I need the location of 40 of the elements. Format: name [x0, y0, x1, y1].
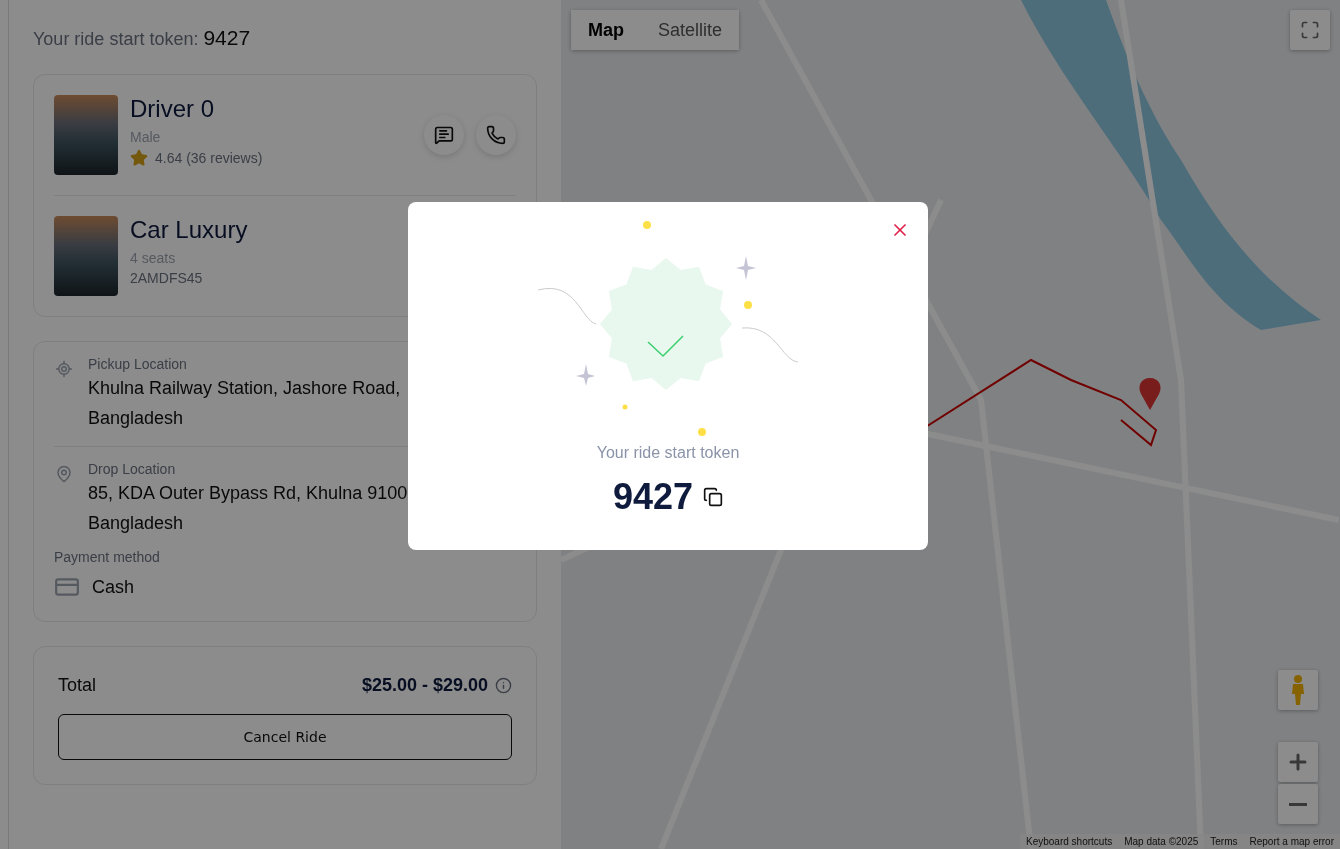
dialog-token: 9427 [612, 476, 694, 518]
driver-rating: 4.64 (36 reviews) [155, 150, 263, 166]
location-label: Pickup Location [88, 356, 188, 372]
message-icon [434, 125, 454, 145]
total-label: Total [58, 675, 97, 696]
copy-button[interactable] [703, 487, 724, 507]
copy-icon [703, 487, 724, 507]
map-type-tab[interactable]: Satellite [641, 10, 740, 50]
vehicle-plate: 2AMDFS45 [130, 270, 204, 286]
dialog-caption: Your ride start token [596, 444, 740, 462]
location-address: 85, KDA Outer Bypass Rd, Khulna 9100 [88, 482, 409, 505]
map-type-tab[interactable]: Map [571, 10, 641, 50]
zoom-out-button[interactable] [1278, 784, 1318, 824]
phone-icon [486, 125, 506, 145]
map-footer-link[interactable]: Map data ©2025 [1124, 836, 1199, 847]
payment-label: Payment method [54, 549, 161, 565]
token-value: 9427 [203, 26, 251, 50]
location-address: Bangladesh [88, 512, 185, 535]
zoom-in-button[interactable] [1278, 742, 1318, 782]
fullscreen-button[interactable] [1290, 10, 1330, 50]
location-address: Khulna Railway Station, Jashore Road, [88, 377, 402, 400]
map-footer-link[interactable]: Terms [1210, 836, 1238, 847]
message-button[interactable] [424, 115, 464, 155]
driver-name: Driver 0 [130, 95, 215, 123]
info-icon [495, 677, 512, 694]
location-target-icon [55, 360, 73, 378]
map-footer-link[interactable]: Report a map error [1249, 836, 1334, 847]
vehicle-name: Car Luxury [130, 216, 249, 244]
location-label: Drop Location [88, 461, 177, 477]
star-icon [130, 149, 148, 167]
cancel-ride-button[interactable]: Cancel Ride [58, 714, 512, 760]
map-footer-link[interactable]: Keyboard shortcuts [1026, 836, 1113, 847]
fullscreen-icon [1300, 20, 1320, 40]
token-label: Your ride start token: [33, 29, 199, 50]
minus-icon [1289, 802, 1307, 806]
payment-method: Cash [92, 576, 135, 599]
call-button[interactable] [476, 115, 516, 155]
total-amount: $25.00 - $29.00 [361, 675, 488, 696]
map-pin-icon [55, 465, 73, 483]
location-address: Bangladesh [88, 407, 185, 430]
